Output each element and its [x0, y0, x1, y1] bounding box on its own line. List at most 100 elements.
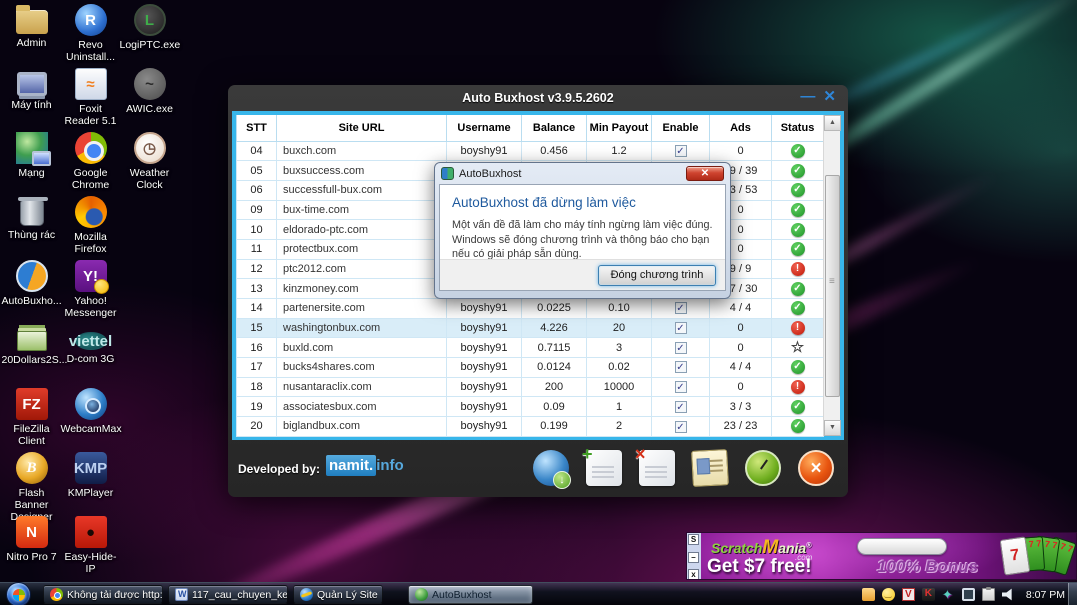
desktop-icon-chrome[interactable]: Google Chrome [61, 132, 120, 196]
taskbar-item-kh-ng-t-i-c-http-[interactable]: Không tải được http:... [43, 585, 163, 604]
desktop-icon-globe[interactable]: Mạng [2, 132, 61, 196]
show-desktop-button[interactable] [1068, 583, 1077, 605]
column-header[interactable]: Username [446, 115, 522, 142]
cell-status: ! [771, 317, 824, 339]
namit-info-logo[interactable]: namit. info [326, 455, 404, 476]
banner-minimize-button[interactable]: – [688, 551, 699, 563]
table-row[interactable]: 20 biglandbux.com boyshy91 0.199 2 ✓ 23 / 23 ✓ [236, 416, 824, 437]
cell-status: ! [771, 258, 824, 280]
column-header[interactable]: STT [236, 115, 277, 142]
table-row[interactable]: 14 partenersite.com boyshy91 0.0225 0.10 ✓ 4 /… [236, 298, 824, 319]
folder-icon [15, 5, 48, 34]
scrollbar-thumb[interactable] [825, 175, 840, 397]
taskbar-item-qu-n-l-site[interactable]: Quản Lý Site [293, 585, 383, 604]
minimize-button[interactable]: — [800, 87, 815, 107]
banner-pill-button[interactable] [857, 538, 947, 555]
table-row[interactable]: 15 washingtonbux.com boyshy91 4.226 20 ✓ 0! [236, 317, 824, 339]
cell-stt: 15 [236, 317, 277, 339]
desktop-icon-autobux[interactable]: AutoBuxho... [2, 260, 62, 324]
desktop-icon-trash[interactable]: Thùng rác [2, 196, 61, 260]
desktop-icon-money[interactable]: 20Dollars2S... [2, 324, 67, 388]
desktop-icon-kmp[interactable]: KMP KMPlayer [61, 452, 120, 516]
dialog-footer: Đóng chương trình [440, 259, 725, 290]
desktop-icon-filezilla[interactable]: FZ FileZilla Client [2, 388, 61, 452]
cell-balance: 0.09 [521, 396, 587, 418]
clipboard-icon[interactable] [981, 587, 995, 601]
cell-ads: 23 / 23 [709, 416, 772, 437]
table-row[interactable]: 16 buxld.com boyshy91 0.7115 3 ✓ 0 ☆ [236, 337, 824, 359]
dialog-titlebar[interactable]: AutoBuxhost ✕ [439, 163, 726, 184]
kmplayer-tray-icon[interactable]: K [921, 588, 935, 601]
display-icon[interactable] [961, 588, 975, 601]
firefox-icon [74, 196, 107, 228]
table-row[interactable]: 18 nusantaraclix.com boyshy91 200 10000 ✓ 0! [236, 376, 824, 398]
desktop-icon-folder[interactable]: Admin [2, 4, 61, 68]
desktop-icon-label: Revo Uninstall... [65, 39, 116, 64]
desktop-icon-flashb[interactable]: BFlash Banner Designer [2, 452, 61, 523]
icon-glyph: Y! [83, 267, 98, 285]
taskbar-item-117-cau-chuyen-ke-[interactable]: 117_cau_chuyen_ke_... [168, 585, 288, 604]
close-program-button[interactable]: Đóng chương trình [598, 265, 716, 286]
enable-checkbox[interactable]: ✓ [674, 341, 687, 354]
enable-checkbox[interactable]: ✓ [674, 144, 687, 157]
taskbar-clock[interactable]: 8:07 PM [1026, 589, 1065, 601]
column-header[interactable]: Status [771, 115, 824, 142]
column-header[interactable]: Min Payout [586, 115, 652, 142]
enable-checkbox[interactable]: ✓ [674, 400, 687, 413]
desktop-icon-weather[interactable]: ◷ Weather Clock [120, 132, 179, 196]
spark-icon[interactable]: ✦ [942, 588, 955, 601]
banner-close-button[interactable]: x [688, 569, 699, 579]
globe-download-icon[interactable] [533, 450, 571, 489]
table-row[interactable]: 17 bucks4shares.com boyshy91 0.0124 0.02 ✓ 4 /… [236, 357, 824, 378]
window-titlebar[interactable]: Auto Buxhost v3.9.5.2602 — ✕ [228, 85, 848, 111]
cell-site-url: buxch.com [276, 140, 447, 162]
speaker-icon[interactable] [1001, 588, 1012, 601]
desktop-icon-revo[interactable]: R Revo Uninstall... [61, 4, 120, 68]
exit-icon[interactable]: × [798, 450, 834, 486]
cell-stt: 18 [236, 376, 277, 398]
table-row[interactable]: 04 buxch.com boyshy91 0.456 1.2 ✓ 0 ✓ [236, 140, 824, 162]
accounts-card-icon[interactable] [691, 449, 729, 487]
desktop-icon-firefox[interactable]: Mozilla Firefox [61, 196, 120, 260]
desktop-icon-easyhide[interactable]: ● Easy-Hide-IP [61, 516, 120, 580]
enable-checkbox[interactable]: ✓ [674, 361, 687, 374]
enable-checkbox[interactable]: ✓ [674, 420, 687, 433]
enable-checkbox[interactable]: ✓ [674, 322, 687, 335]
tray-folder-icon[interactable] [861, 588, 875, 601]
scroll-down-arrow-icon[interactable]: ▼ [824, 420, 841, 436]
column-header[interactable]: Enable [651, 115, 710, 142]
start-button[interactable] [6, 582, 31, 605]
banner-ad[interactable]: S – x ScratchMania® .com Get $7 free! 100%… [686, 532, 1077, 580]
column-header[interactable]: Ads [709, 115, 772, 142]
cell-min-payout: 20 [586, 317, 652, 339]
desktop-icon-foxit[interactable]: ≈ Foxit Reader 5.1 [61, 68, 120, 132]
cell-balance: 0.7115 [521, 337, 587, 359]
desktop-icon-nitro[interactable]: N Nitro Pro 7 [2, 516, 61, 580]
taskbar-item-autobuxhost[interactable]: AutoBuxhost [408, 585, 533, 604]
desktop-icon-awic[interactable]: ~ AWIC.exe [120, 68, 179, 132]
table-row[interactable]: 19 associatesbux.com boyshy91 0.09 1 ✓ 3 / 3 ✓ [236, 396, 824, 418]
foxit-reader-icon: ≈ [74, 68, 107, 100]
antivirus-v-icon[interactable]: V [901, 588, 915, 601]
yahoo-smiley-icon[interactable] [881, 588, 895, 601]
scroll-up-arrow-icon[interactable]: ▲ [824, 115, 841, 131]
desktop-icon-label: Nitro Pro 7 [6, 551, 57, 563]
column-header[interactable]: Balance [521, 115, 587, 142]
table-scrollbar[interactable]: ▲ ▼ [823, 115, 841, 436]
desktop-icon-computer[interactable]: Máy tính [2, 68, 61, 132]
desktop-icon-dcom[interactable]: viettel D-com 3G [61, 324, 120, 388]
timer-clock-icon[interactable] [745, 450, 781, 486]
desktop-icon-logiptc[interactable]: L LogiPTC.exe [120, 4, 180, 68]
enable-checkbox[interactable]: ✓ [674, 302, 687, 315]
enable-checkbox[interactable]: ✓ [674, 381, 687, 394]
add-site-icon[interactable] [582, 444, 622, 486]
desktop-icon-row: FZ FileZilla Client WebcamMax [2, 388, 182, 452]
dialog-close-button[interactable]: ✕ [686, 166, 724, 181]
close-button[interactable]: ✕ [823, 87, 836, 107]
desktop-icon-webcam[interactable]: WebcamMax [61, 388, 122, 452]
banner-sound-button[interactable]: S [688, 534, 699, 545]
column-header[interactable]: Site URL [276, 115, 447, 142]
desktop-icon-yahoo[interactable]: Y! Yahoo! Messenger [61, 260, 120, 324]
remove-site-icon[interactable] [635, 444, 675, 486]
cell-username: boyshy91 [446, 298, 522, 319]
